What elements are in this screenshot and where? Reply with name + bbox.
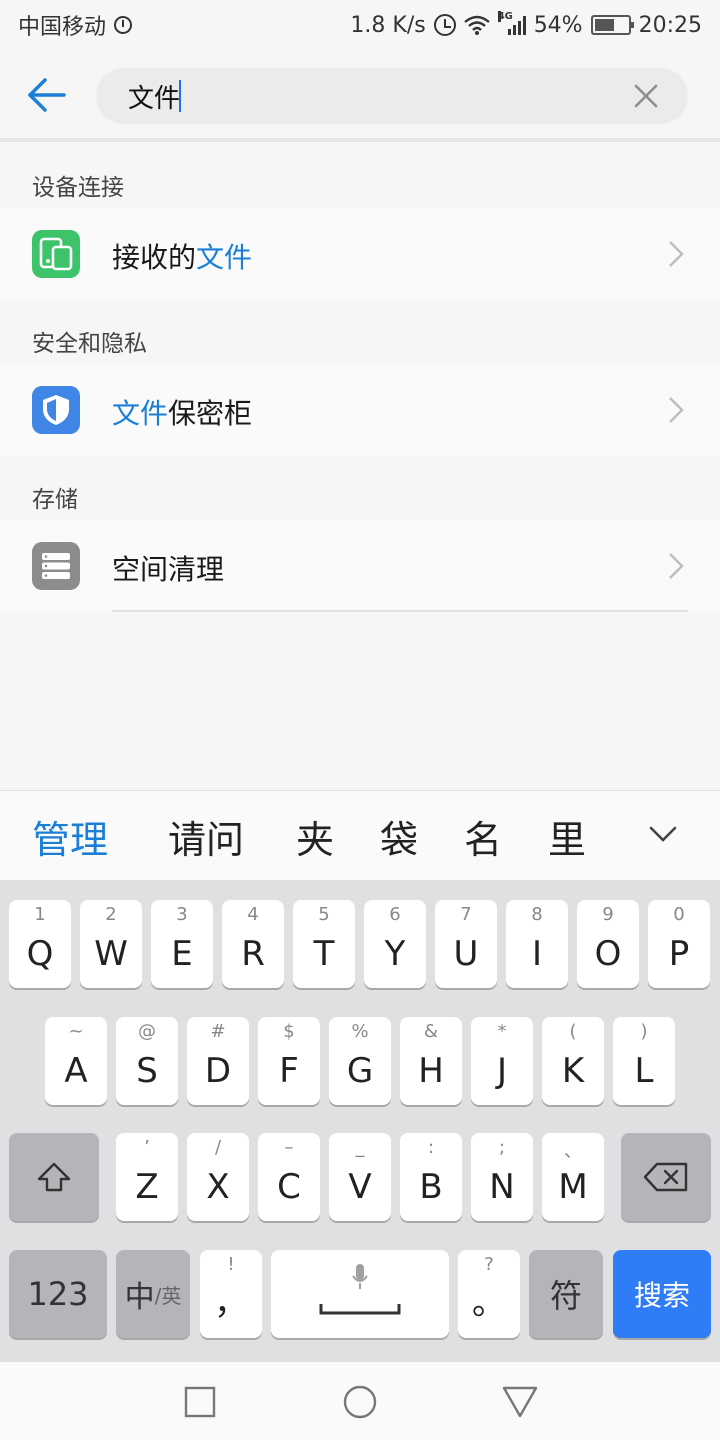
key-a[interactable]: ~ A <box>45 1017 107 1105</box>
network-speed: 1.8 K/s <box>350 12 426 38</box>
key-g[interactable]: % G <box>329 1017 391 1105</box>
result-label: 接收的文件 <box>112 241 253 274</box>
section-title-storage: 存储 <box>32 487 78 513</box>
backspace-icon <box>643 1162 688 1192</box>
result-received-files[interactable]: 接收的文件 <box>0 208 720 300</box>
key-u[interactable]: 7U <box>435 900 497 988</box>
key-v[interactable]: _ V <box>329 1133 391 1221</box>
row-divider <box>112 610 688 612</box>
key-q[interactable]: 1Q <box>9 900 71 988</box>
key-y[interactable]: 6Y <box>364 900 426 988</box>
search-header <box>0 50 720 142</box>
key-o[interactable]: 9O <box>577 900 639 988</box>
key-h[interactable]: & H <box>400 1017 462 1105</box>
search-input[interactable] <box>128 68 608 124</box>
arrow-left-icon <box>28 78 66 112</box>
key-s[interactable]: @ S <box>116 1017 178 1105</box>
key-r[interactable]: 4R <box>222 900 284 988</box>
backspace-key[interactable] <box>621 1133 711 1221</box>
key-p[interactable]: 0P <box>648 900 710 988</box>
battery-icon <box>590 15 634 35</box>
key-i[interactable]: 8I <box>506 900 568 988</box>
search-key[interactable]: 搜索 <box>613 1250 711 1338</box>
candidate-word[interactable]: 请问 <box>168 809 244 864</box>
wifi-icon <box>463 15 490 35</box>
back-triangle-icon[interactable] <box>500 1382 540 1422</box>
chevron-down-icon[interactable] <box>646 817 680 851</box>
key-x[interactable]: / X <box>187 1133 249 1221</box>
key-c[interactable]: – C <box>258 1133 320 1221</box>
carrier-label: 中国移动 <box>18 15 107 40</box>
storage-icon <box>32 542 80 590</box>
key-e[interactable]: 3E <box>151 900 213 988</box>
key-j[interactable]: * J <box>471 1017 533 1105</box>
result-label: 文件保密柜 <box>112 397 253 430</box>
key-n[interactable]: ; N <box>471 1133 533 1221</box>
network-type: 4G <box>497 11 513 22</box>
period-key[interactable]: ?。 <box>458 1250 520 1338</box>
home-icon[interactable] <box>340 1382 380 1422</box>
stopwatch-icon <box>114 16 133 34</box>
language-switch-key[interactable]: 中/英 <box>116 1250 190 1338</box>
key-f[interactable]: $ F <box>258 1017 320 1105</box>
shift-key[interactable] <box>9 1133 99 1221</box>
recent-apps-icon[interactable] <box>180 1382 220 1422</box>
key-b[interactable]: :B <box>400 1133 462 1221</box>
alarm-icon <box>433 14 456 36</box>
devices-icon <box>32 230 80 278</box>
result-space-cleanup[interactable]: 空间清理 <box>0 520 720 612</box>
section-title-device-connection: 设备连接 <box>32 175 124 201</box>
shift-icon <box>37 1162 71 1192</box>
space-bar-icon <box>319 1304 401 1315</box>
key-d[interactable]: # D <box>187 1017 249 1105</box>
key-l[interactable]: ) L <box>613 1017 675 1105</box>
battery-percent: 54% <box>533 12 583 38</box>
comma-key[interactable]: !， <box>200 1250 262 1338</box>
clear-icon[interactable] <box>630 80 662 112</box>
symbols-key[interactable]: 符 <box>529 1250 603 1338</box>
back-button[interactable] <box>22 70 72 120</box>
keyboard: 1Q 2W 3E 4R 5T 6Y 7U 8I 9O 0P ~ A @ S # D $… <box>0 880 720 1362</box>
clock: 20:25 <box>638 12 702 38</box>
numbers-key[interactable]: 123 <box>9 1250 107 1338</box>
shield-icon <box>32 386 80 434</box>
chevron-right-icon <box>669 241 684 267</box>
key-m[interactable]: 、 M <box>542 1133 604 1221</box>
space-key[interactable] <box>271 1250 449 1338</box>
text-caret <box>179 80 181 112</box>
key-k[interactable]: (K <box>542 1017 604 1105</box>
key-w[interactable]: 2W <box>80 900 142 988</box>
candidate-word[interactable]: 管理 <box>32 809 108 864</box>
chevron-right-icon <box>669 553 684 579</box>
key-t[interactable]: 5T <box>293 900 355 988</box>
candidate-word[interactable]: 名 <box>464 809 502 864</box>
candidate-word[interactable]: 袋 <box>380 809 418 864</box>
ime-candidate-bar: 管理 请问 夹 袋 名 里 <box>0 790 720 880</box>
search-box <box>96 68 688 124</box>
navigation-bar <box>0 1362 720 1440</box>
result-file-safe[interactable]: 文件保密柜 <box>0 364 720 456</box>
chevron-right-icon <box>669 397 684 423</box>
candidate-word[interactable]: 夹 <box>296 809 334 864</box>
key-z[interactable]: ’ Z <box>116 1133 178 1221</box>
microphone-icon <box>352 1264 368 1289</box>
status-bar: 中国移动 1.8 K/s 4G 54% 20:25 <box>0 0 720 50</box>
section-title-security-privacy: 安全和隐私 <box>32 331 147 357</box>
result-label: 空间清理 <box>112 553 225 586</box>
signal-icon: 4G <box>497 11 526 35</box>
candidate-word[interactable]: 里 <box>548 809 586 864</box>
